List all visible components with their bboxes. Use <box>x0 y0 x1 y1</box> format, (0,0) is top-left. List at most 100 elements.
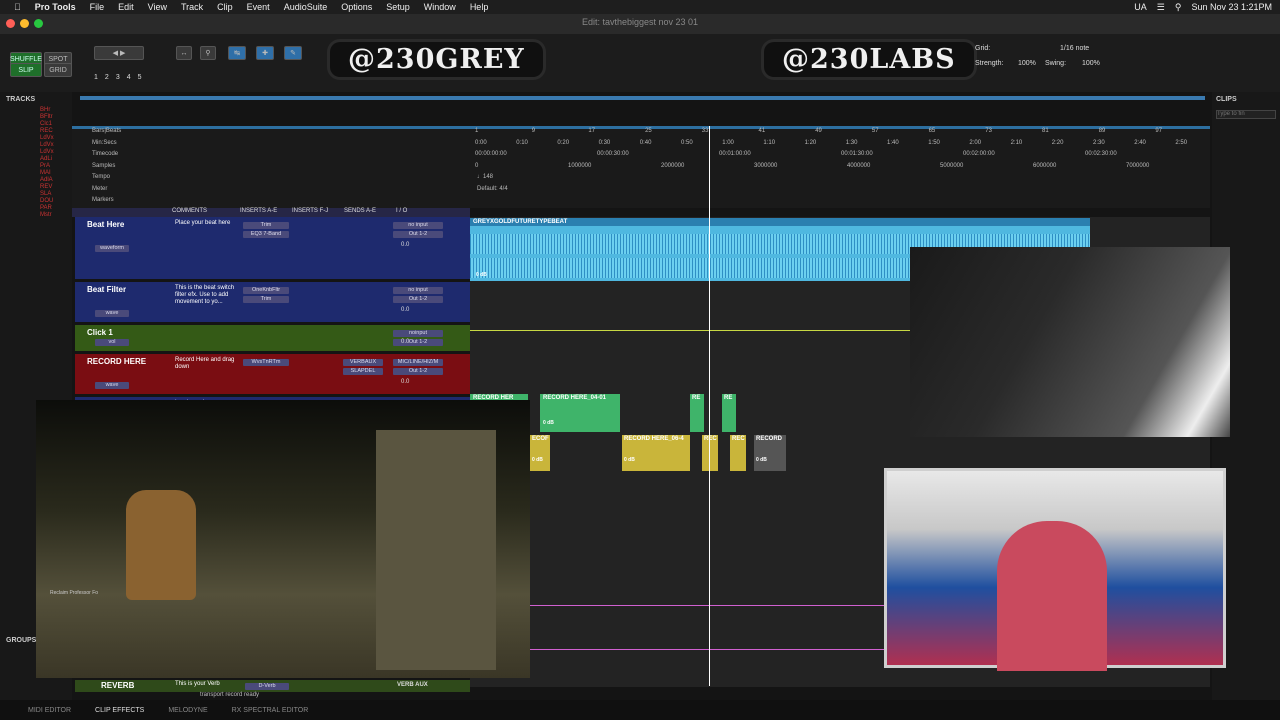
playhead-cursor[interactable] <box>709 126 710 686</box>
track-view-selector[interactable]: vol <box>95 339 129 346</box>
tracks-list-item[interactable]: PAR <box>0 205 72 212</box>
tracks-list-item[interactable]: AdlA <box>0 177 72 184</box>
tracks-list-item[interactable]: LdVx <box>0 135 72 142</box>
clip-lead-2[interactable]: RECORD HERE_06-4 0 dB <box>622 435 690 471</box>
track-row[interactable]: Click 1 noinput Out 1-2 0.0 vol <box>75 325 470 351</box>
zoom-preset-3[interactable]: 3 <box>116 74 120 81</box>
zoom-tool-icon[interactable]: ↔ <box>176 46 192 60</box>
grid-value-select[interactable]: 1/16 note <box>1060 45 1089 52</box>
tracks-list-item[interactable]: LdVx <box>0 149 72 156</box>
insert-slot[interactable]: EQ3 7-Band <box>243 231 289 238</box>
volume-value[interactable]: 0.0 <box>401 307 409 313</box>
tracks-list-item[interactable]: AdLi <box>0 156 72 163</box>
menu-view[interactable]: View <box>148 2 167 12</box>
clip-lead-5[interactable]: RECORD 0 dB <box>754 435 786 471</box>
tracks-list-item[interactable]: Mstr <box>0 212 72 219</box>
search-icon[interactable]: ⚲ <box>1175 2 1182 13</box>
tracks-list-item[interactable]: REV <box>0 184 72 191</box>
zoom-controls[interactable]: ◀ ▶ <box>94 46 144 60</box>
menu-window[interactable]: Window <box>424 2 456 12</box>
menu-clock[interactable]: Sun Nov 23 1:21PM <box>1191 2 1272 12</box>
wifi-icon[interactable]: ☰ <box>1157 2 1165 13</box>
mode-grid[interactable]: GRID <box>44 63 72 77</box>
insert-slot[interactable]: Trim <box>243 222 289 229</box>
tracks-list-item[interactable]: PrA <box>0 163 72 170</box>
menu-help[interactable]: Help <box>470 2 489 12</box>
clip-lead-3[interactable]: REC <box>702 435 718 471</box>
track-view-selector[interactable]: wave <box>95 310 129 317</box>
clip-record-2[interactable]: RECORD HERE_04-01 0 dB <box>540 394 620 432</box>
menu-audiosuite[interactable]: AudioSuite <box>284 2 328 12</box>
insert-slot[interactable]: OneKnbFltr <box>243 287 289 294</box>
tracks-list-item[interactable]: SLA <box>0 191 72 198</box>
track-name[interactable]: RECORD HERE <box>87 357 146 366</box>
volume-value[interactable]: 0.0 <box>401 379 409 385</box>
clip-record-3[interactable]: RE <box>690 394 704 432</box>
track-name[interactable]: Click 1 <box>87 328 113 337</box>
track-row[interactable]: RECORD HERE Record Here and drag down WvsT… <box>75 354 470 394</box>
menu-clip[interactable]: Clip <box>217 2 233 12</box>
swing-value[interactable]: 100% <box>1082 60 1100 67</box>
app-menu[interactable]: Pro Tools <box>35 2 76 12</box>
io-selector[interactable]: no input <box>393 287 443 294</box>
tracks-list-item[interactable]: Clc1 <box>0 121 72 128</box>
tracks-list-item[interactable]: MAI <box>0 170 72 177</box>
insert-slot[interactable]: WvsTnRTm <box>243 359 289 366</box>
zoom-preset-2[interactable]: 2 <box>105 74 109 81</box>
track-row[interactable]: Beat Here Place your beat here Trim EQ3 7-B… <box>75 217 470 279</box>
io-selector[interactable]: Out 1-2 <box>393 368 443 375</box>
tracks-list-item[interactable]: BHr <box>0 107 72 114</box>
volume-value[interactable]: 0.0 <box>401 242 409 248</box>
tab-melodyne[interactable]: MELODYNE <box>168 707 207 714</box>
track-name[interactable]: Beat Filter <box>87 285 126 294</box>
track-reverb[interactable]: REVERB This is your Verb D-Verb VERB AUX <box>75 680 470 692</box>
io-selector[interactable]: Out 1-2 <box>393 231 443 238</box>
menu-track[interactable]: Track <box>181 2 203 12</box>
track-name[interactable]: Beat Here <box>87 220 124 229</box>
menu-options[interactable]: Options <box>341 2 372 12</box>
tab-midi-editor[interactable]: MIDI EDITOR <box>28 707 71 714</box>
zoom-preset-1[interactable]: 1 <box>94 74 98 81</box>
apple-icon[interactable]:  <box>14 2 21 12</box>
clip-lead-4[interactable]: REC <box>730 435 746 471</box>
tracks-list-item[interactable]: BFltr <box>0 114 72 121</box>
clip-record-4[interactable]: RE <box>722 394 736 432</box>
track-view-selector[interactable]: wave <box>95 382 129 389</box>
search-icon[interactable]: ⚲ <box>200 46 216 60</box>
tracks-list-item[interactable]: LdVx <box>0 142 72 149</box>
io-selector[interactable]: noinput <box>393 330 443 337</box>
menu-file[interactable]: File <box>90 2 105 12</box>
universe-view[interactable] <box>80 96 1205 100</box>
zoom-preset-4[interactable]: 4 <box>127 74 131 81</box>
track-comment[interactable]: Place your beat here <box>175 220 239 227</box>
insert-slot[interactable]: Trim <box>243 296 289 303</box>
zoom-preset-5[interactable]: 5 <box>138 74 142 81</box>
tracks-list-item[interactable]: REC <box>0 128 72 135</box>
tab-rx-spectral[interactable]: RX SPECTRAL EDITOR <box>232 707 309 714</box>
track-reverb-name[interactable]: REVERB <box>101 681 134 690</box>
io-selector[interactable]: MIC/LINE/HIZ/M <box>393 359 443 366</box>
clips-search-input[interactable] <box>1216 109 1276 119</box>
track-view-selector[interactable]: waveform <box>95 245 129 252</box>
mode-slip[interactable]: SLIP <box>10 63 42 77</box>
track-comment[interactable]: This is the beat switch filter efx. Use … <box>175 285 239 306</box>
volume-value[interactable]: 0.0 <box>401 339 409 345</box>
io-selector[interactable]: Out 1-2 <box>393 296 443 303</box>
track-row[interactable]: Beat Filter This is the beat switch filte… <box>75 282 470 322</box>
track-comment[interactable]: Record Here and drag down <box>175 357 239 371</box>
strength-value[interactable]: 100% <box>1018 60 1036 67</box>
clip-lead-1[interactable]: ECOF 0 dB <box>530 435 550 471</box>
track-reverb-insert[interactable]: D-Verb <box>245 683 289 690</box>
menu-edit[interactable]: Edit <box>118 2 134 12</box>
tracks-list-item[interactable]: DOU <box>0 198 72 205</box>
status-text[interactable]: UA <box>1134 2 1147 12</box>
track-reverb-io[interactable]: VERB AUX <box>397 682 428 688</box>
io-selector[interactable]: no input <box>393 222 443 229</box>
menu-setup[interactable]: Setup <box>386 2 410 12</box>
send-slot[interactable]: SLAPDEL <box>343 368 383 375</box>
pencil-tool-icon[interactable]: ✎ <box>284 46 302 60</box>
grabber-tool-icon[interactable]: ✚ <box>256 46 274 60</box>
tab-clip-effects[interactable]: CLIP EFFECTS <box>95 707 144 714</box>
send-slot[interactable]: VERBAUX <box>343 359 383 366</box>
menu-event[interactable]: Event <box>247 2 270 12</box>
